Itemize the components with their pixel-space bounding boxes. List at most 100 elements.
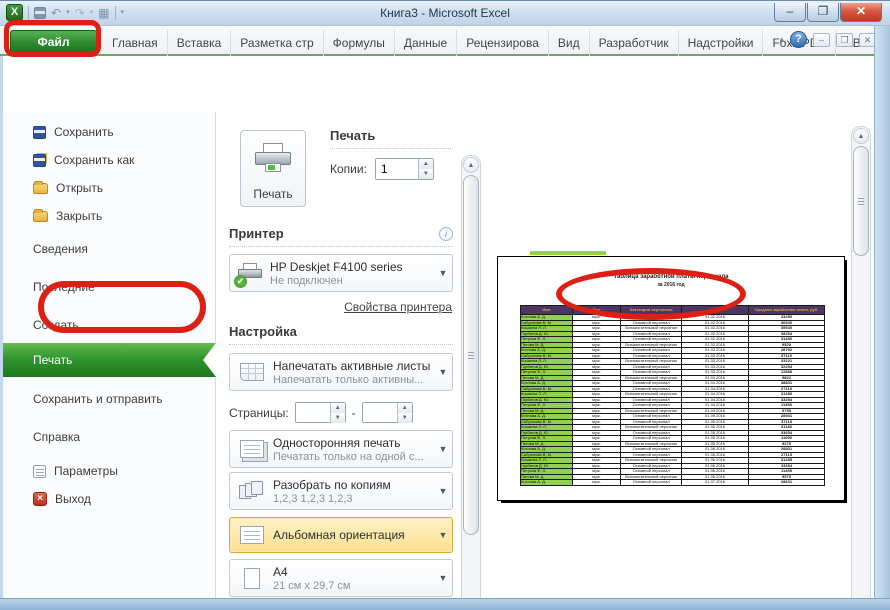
pages-to-input[interactable] (363, 403, 397, 422)
preview-scrollbar[interactable]: ▲ ▼ (851, 126, 871, 610)
divider (229, 246, 453, 247)
pages-label: Страницы: (229, 406, 289, 420)
open-folder-icon (33, 183, 48, 194)
save-as-icon (33, 154, 46, 167)
tab-2[interactable]: Вставка (168, 30, 232, 56)
close-folder-icon (33, 211, 48, 222)
printer-device-icon: ✔ (236, 261, 266, 285)
print-panel: Печать Печать Копии: ▲▼ Принтер i ✔ HP D… (217, 112, 462, 610)
scroll-up-icon[interactable]: ▲ (463, 157, 479, 173)
copies-stepper[interactable]: ▲▼ (375, 158, 434, 180)
ribbon-tab-row: Файл ГлавнаяВставкаРазметка стрФормулыДа… (0, 26, 890, 56)
chevron-down-icon: ▼ (434, 486, 452, 496)
window-title: Книга3 - Microsoft Excel (0, 6, 890, 20)
tab-9[interactable]: Надстройки (679, 30, 764, 56)
print-what-select[interactable]: Напечатать активные листы Напечатать тол… (229, 353, 453, 391)
sidebar-item-recent[interactable]: Последние (3, 274, 216, 300)
spin-down-icon[interactable]: ▼ (331, 413, 345, 423)
sidebar-item-save[interactable]: Сохранить (3, 119, 216, 145)
a4-paper-icon (244, 568, 260, 589)
chevron-down-icon: ▼ (434, 530, 452, 540)
printer-icon (255, 143, 291, 169)
pages-to-stepper[interactable]: ▲▼ (362, 402, 413, 423)
tab-file[interactable]: Файл (10, 30, 97, 55)
title-bar: X ↶ ▾ ↷ ▾ ▦ ▾ Книга3 - Microsoft Excel –… (0, 0, 890, 26)
tab-6[interactable]: Рецензирова (457, 30, 549, 56)
spin-up-icon[interactable]: ▲ (331, 403, 345, 413)
exit-icon: × (33, 492, 47, 506)
sidebar-item-save-as[interactable]: Сохранить как (3, 147, 216, 173)
duplex-select[interactable]: Односторонняя печать Печатать только на … (229, 430, 453, 468)
pages-from-input[interactable] (296, 403, 330, 422)
collate-icon (239, 481, 265, 501)
backstage-view: Сохранить Сохранить как Открыть Закрыть … (0, 56, 890, 598)
save-icon (33, 126, 46, 139)
active-sheets-icon (240, 363, 264, 381)
printer-select[interactable]: ✔ HP Deskjet F4100 series Не подключен ▼ (229, 254, 453, 292)
spin-up-icon[interactable]: ▲ (419, 159, 433, 169)
selection-notch (203, 343, 216, 377)
close-button[interactable]: ✕ (840, 3, 882, 22)
printer-info-icon[interactable]: i (439, 227, 453, 241)
chevron-down-icon: ▼ (434, 444, 452, 454)
scroll-up-icon[interactable]: ▲ (853, 128, 869, 144)
collapse-ribbon-icon[interactable]: ▴ (779, 34, 784, 45)
pages-from-stepper[interactable]: ▲▼ (295, 402, 346, 423)
preview-table: ИмяПолКатегория персоналаДатаСредняя зар… (520, 305, 825, 486)
paper-size-select[interactable]: A4 21 см x 29,7 см ▼ (229, 559, 453, 597)
sidebar-item-open[interactable]: Открыть (3, 175, 216, 201)
copies-input[interactable] (376, 159, 418, 179)
sidebar-item-save-send[interactable]: Сохранить и отправить (3, 386, 216, 412)
collate-select[interactable]: Разобрать по копиям 1,2,3 1,2,3 1,2,3 ▼ (229, 472, 453, 510)
ribbon-tabs: ГлавнаяВставкаРазметка стрФормулыДанныеР… (103, 30, 890, 56)
sidebar-item-info[interactable]: Сведения (3, 236, 216, 262)
workbook-restore-icon[interactable]: ❐ (836, 33, 853, 47)
divider (229, 344, 453, 345)
window-border-right (874, 26, 890, 598)
preview-page-title: Таблица заработной платы персонала за 20… (498, 273, 844, 289)
printer-name: HP Deskjet F4100 series (270, 260, 434, 274)
tab-4[interactable]: Формулы (324, 30, 395, 56)
sidebar-item-help[interactable]: Справка (3, 424, 216, 450)
window-border-left (0, 56, 3, 598)
preview-page: Таблица заработной платы персонала за 20… (497, 256, 845, 501)
chevron-down-icon: ▼ (434, 367, 452, 377)
scrollbar-thumb[interactable] (853, 146, 869, 256)
workbook-minimize-icon[interactable]: – (813, 33, 830, 47)
printer-properties-link[interactable]: Свойства принтера (344, 300, 452, 314)
sidebar-item-print[interactable]: Печать (3, 343, 216, 377)
one-sided-icon (240, 440, 264, 458)
tab-5[interactable]: Данные (395, 30, 457, 56)
sidebar-item-close[interactable]: Закрыть (3, 203, 216, 229)
tab-1[interactable]: Главная (103, 30, 168, 56)
sidebar-item-exit[interactable]: ×Выход (3, 486, 216, 512)
options-icon (33, 465, 46, 478)
printer-status: Не подключен (270, 275, 434, 287)
preview-artifact-strip (530, 251, 606, 255)
copies-label: Копии: (330, 162, 367, 176)
print-button[interactable]: Печать (240, 130, 306, 207)
print-preview: Таблица заработной платы персонала за 20… (482, 112, 874, 610)
print-section-heading: Печать (330, 128, 375, 143)
orientation-select[interactable]: Альбомная ориентация ▼ (229, 517, 453, 553)
help-icon[interactable]: ? (790, 31, 807, 48)
spin-down-icon[interactable]: ▼ (419, 169, 433, 179)
window-border-bottom (0, 598, 890, 610)
preview-table-row: Котлова А. Д.муж.Основной персонал01.07.… (521, 480, 825, 486)
pages-range: Страницы: ▲▼ - ▲▼ (229, 402, 453, 423)
minimize-button[interactable]: – (774, 3, 806, 22)
spin-up-icon[interactable]: ▲ (398, 403, 412, 413)
sidebar-item-new[interactable]: Создать (3, 312, 216, 338)
tab-8[interactable]: Разработчик (590, 30, 679, 56)
landscape-orientation-icon (240, 526, 264, 544)
tab-7[interactable]: Вид (549, 30, 590, 56)
settings-scrollbar[interactable]: ▲ ▼ (461, 155, 481, 610)
maximize-button[interactable]: ❐ (807, 3, 839, 22)
chevron-down-icon: ▼ (434, 268, 452, 278)
scrollbar-thumb[interactable] (463, 175, 479, 535)
tab-3[interactable]: Разметка стр (231, 30, 323, 56)
printer-section-heading: Принтер (229, 226, 284, 241)
spin-down-icon[interactable]: ▼ (398, 413, 412, 423)
sidebar-item-options[interactable]: Параметры (3, 458, 216, 484)
status-check-icon: ✔ (234, 275, 247, 288)
